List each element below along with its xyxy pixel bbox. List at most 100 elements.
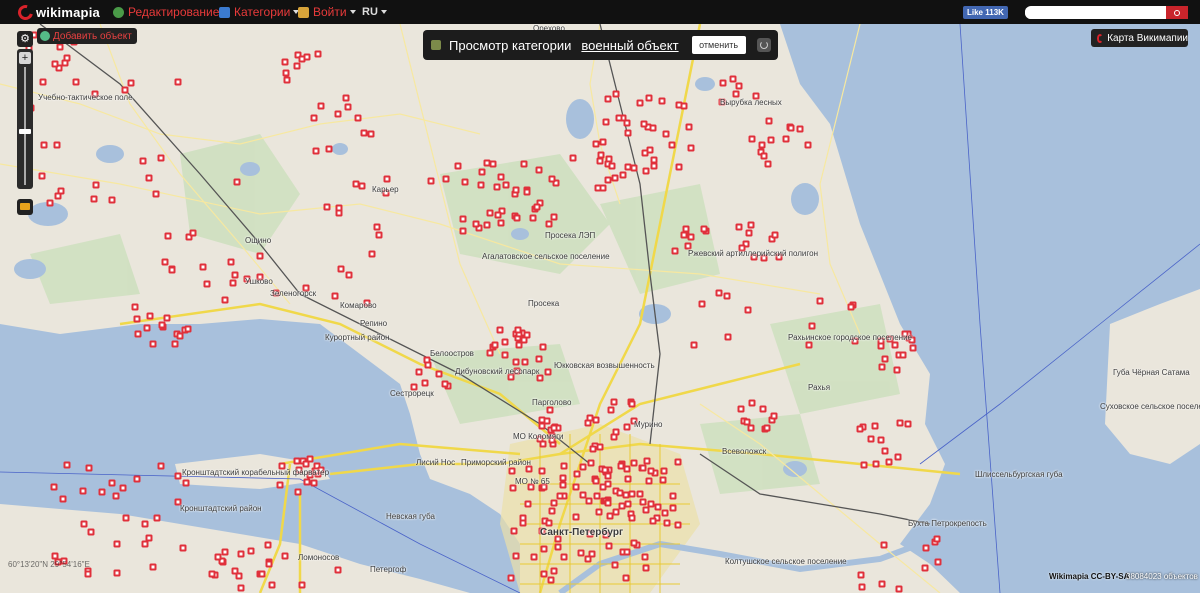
marker-center — [789, 126, 793, 130]
marker-center — [74, 80, 78, 84]
marker-center — [305, 55, 309, 59]
marker-center — [115, 571, 119, 575]
map-label: Белоостров — [430, 349, 474, 358]
search-button[interactable] — [1166, 6, 1188, 19]
marker-center — [647, 96, 651, 100]
marker-center — [89, 530, 93, 534]
cancel-button[interactable]: отменить — [691, 36, 746, 54]
wikimapia-map-button[interactable]: Карта Викимапии — [1091, 29, 1188, 47]
marker-center — [887, 460, 891, 464]
marker-center — [661, 478, 665, 482]
marker-center — [201, 265, 205, 269]
edit-icon — [113, 6, 124, 18]
marker-center — [923, 566, 927, 570]
marker-center — [626, 477, 630, 481]
marker-center — [540, 469, 544, 473]
marker-center — [540, 418, 544, 422]
marker-center — [522, 162, 526, 166]
marker-center — [652, 158, 656, 162]
marker-center — [517, 343, 521, 347]
marker-center — [249, 549, 253, 553]
menu-edit[interactable]: Редактирование — [113, 4, 229, 20]
layers-button[interactable] — [17, 199, 33, 215]
search-input[interactable] — [1025, 7, 1165, 19]
marker-center — [181, 546, 185, 550]
marker-center — [461, 217, 465, 221]
marker-center — [308, 457, 312, 461]
map-label: Просека ЛЭП — [545, 231, 596, 240]
zoom-slider[interactable]: + — [17, 49, 33, 189]
zoom-in-icon[interactable]: + — [19, 52, 31, 64]
language-selector[interactable]: RU — [362, 4, 387, 20]
marker-center — [538, 376, 542, 380]
map-label: Репино — [360, 319, 388, 328]
marker-center — [883, 357, 887, 361]
copyright-link[interactable]: Wikimapia CC-BY-SA — [1049, 572, 1129, 581]
marker-center — [607, 544, 611, 548]
marker-center — [295, 64, 299, 68]
menu-login[interactable]: Войти — [298, 4, 356, 20]
map-label: Ломоносов — [298, 553, 340, 562]
marker-center — [239, 586, 243, 590]
marker-center — [589, 461, 593, 465]
marker-center — [58, 45, 62, 49]
marker-center — [574, 485, 578, 489]
marker-center — [676, 460, 680, 464]
marker-center — [223, 550, 227, 554]
marker-center — [369, 132, 373, 136]
marker-center — [630, 492, 634, 496]
marker-center — [354, 182, 358, 186]
chevron-down-icon — [349, 10, 356, 14]
marker-center — [154, 192, 158, 196]
marker-center — [618, 491, 622, 495]
category-view-bar: Просмотр категории военный объект отмени… — [423, 30, 778, 60]
marker-center — [591, 447, 595, 451]
marker-center — [115, 542, 119, 546]
marker-center — [769, 138, 773, 142]
wikimapia-logo[interactable]: wikimapia — [15, 1, 100, 23]
marker-center — [549, 578, 553, 582]
facebook-like-button[interactable]: Like 113K — [963, 6, 1008, 19]
marker-center — [596, 186, 600, 190]
marker-center — [597, 510, 601, 514]
add-object-button[interactable]: Добавить объект — [37, 28, 137, 44]
marker-center — [598, 159, 602, 163]
marker-center — [53, 62, 57, 66]
marker-center — [739, 407, 743, 411]
settings-icon[interactable]: ⚙ — [17, 31, 33, 47]
marker-center — [147, 536, 151, 540]
marker-center — [92, 197, 96, 201]
top-bar: wikimapia Редактирование Категории Войти… — [0, 0, 1200, 24]
zoom-handle[interactable] — [19, 129, 31, 134]
category-name-link[interactable]: военный объект — [581, 38, 678, 53]
marker-center — [606, 97, 610, 101]
marker-center — [260, 572, 264, 576]
marker-center — [370, 252, 374, 256]
marker-center — [895, 368, 899, 372]
marker-center — [571, 156, 575, 160]
marker-center — [121, 486, 125, 490]
marker-center — [671, 506, 675, 510]
marker-center — [651, 126, 655, 130]
marker-center — [267, 562, 271, 566]
marker-center — [632, 461, 636, 465]
map-label: Курортный район — [325, 333, 390, 342]
marker-center — [216, 555, 220, 559]
marker-center — [515, 216, 519, 220]
marker-center — [604, 120, 608, 124]
marker-center — [613, 176, 617, 180]
menu-categories[interactable]: Категории — [219, 4, 300, 20]
refresh-icon[interactable] — [756, 38, 771, 52]
menu-edit-label: Редактирование — [128, 5, 220, 19]
marker-center — [110, 481, 114, 485]
marker-center — [880, 365, 884, 369]
marker-center — [860, 585, 864, 589]
marker-center — [485, 223, 489, 227]
map-canvas[interactable]: Учебно-тактическое поле Орехово Вырубка … — [0, 24, 1200, 593]
marker-center — [586, 421, 590, 425]
marker-center — [682, 233, 686, 237]
marker-center — [594, 418, 598, 422]
marker-center — [879, 344, 883, 348]
marker-center — [614, 92, 618, 96]
marker-center — [624, 493, 628, 497]
